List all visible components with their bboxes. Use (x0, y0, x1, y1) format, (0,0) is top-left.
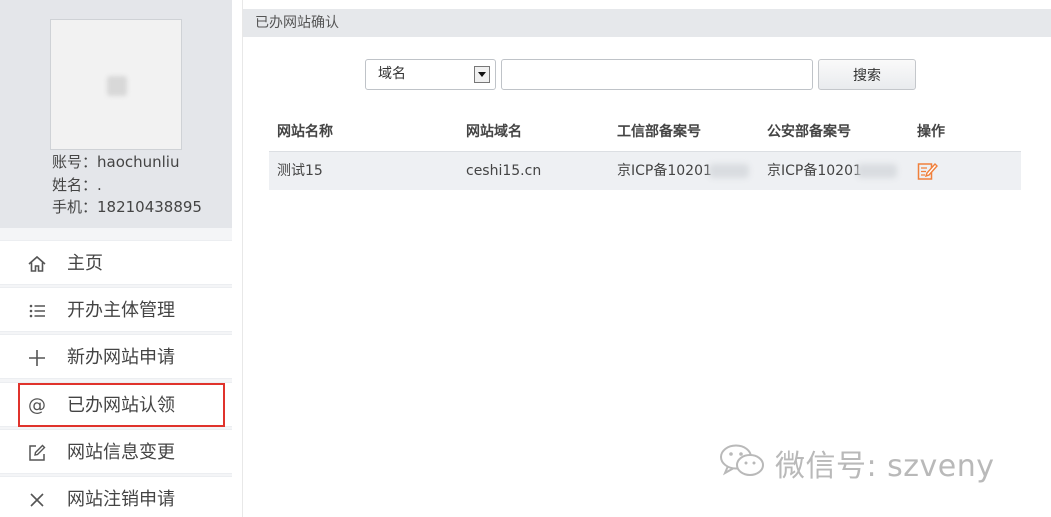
at-icon: @ (28, 395, 46, 416)
nav-label: 网站信息变更 (67, 442, 175, 463)
watermark-text: 微信号: szveny (775, 449, 995, 484)
user-profile-panel: 账号：haochunliu 姓名：. 手机：18210438895 (0, 0, 232, 228)
list-icon (24, 288, 50, 333)
nav-label: 已办网站认领 (67, 395, 175, 416)
wechat-logo-icon (719, 443, 767, 483)
chevron-down-icon[interactable] (474, 66, 490, 83)
cell-mps-record: 京ICP备10201 (767, 163, 862, 179)
edit-icon (24, 430, 50, 475)
nav-item-entity-management[interactable]: 开办主体管理 (0, 287, 232, 332)
edit-record-icon[interactable] (917, 161, 939, 181)
search-button[interactable]: 搜索 (818, 59, 916, 90)
avatar-placeholder-icon (107, 76, 127, 96)
account-text: 账号：haochunliu (52, 153, 180, 171)
close-icon (24, 477, 50, 517)
redaction-mask (709, 164, 749, 178)
main-content: 已办网站确认 域名 搜索 网站名称 网站域名 工信部备案号 公安部备案号 操作 … (242, 0, 1051, 517)
nav-label: 主页 (67, 253, 103, 274)
table-row: 测试15 ceshi15.cn 京ICP备10201 京ICP备10201 (269, 152, 1021, 190)
nav-item-site-cancellation[interactable]: 网站注销申请 (0, 476, 232, 517)
name-text: 姓名：. (52, 176, 102, 194)
nav-label: 开办主体管理 (67, 300, 175, 321)
column-header-miit-record: 工信部备案号 (617, 124, 701, 140)
cell-domain: ceshi15.cn (466, 163, 542, 179)
search-field-select[interactable]: 域名 (365, 59, 496, 90)
sidebar: 账号：haochunliu 姓名：. 手机：18210438895 主页 开办主… (0, 0, 232, 517)
column-header-actions: 操作 (917, 124, 945, 140)
home-icon (24, 241, 50, 286)
column-header-domain: 网站域名 (466, 124, 522, 140)
phone-text: 手机：18210438895 (52, 198, 202, 216)
nav-item-home[interactable]: 主页 (0, 240, 232, 285)
nav-label: 新办网站申请 (67, 347, 175, 368)
wechat-watermark: 微信号: szveny (719, 443, 995, 484)
nav-label: 网站注销申请 (67, 489, 175, 510)
search-input[interactable] (501, 59, 813, 90)
nav-item-new-site-application[interactable]: 新办网站申请 (0, 334, 232, 379)
page-title: 已办网站确认 (255, 15, 339, 31)
column-header-mps-record: 公安部备案号 (767, 124, 851, 140)
select-value: 域名 (378, 66, 406, 82)
column-header-site-name: 网站名称 (277, 124, 333, 140)
cell-site-name: 测试15 (277, 163, 323, 179)
nav-item-claim-existing-site[interactable]: @ 已办网站认领 (0, 382, 232, 427)
redaction-mask (857, 164, 897, 178)
plus-icon (24, 335, 50, 380)
page-header: 已办网站确认 (243, 9, 1051, 37)
avatar (50, 19, 182, 150)
table-header: 网站名称 网站域名 工信部备案号 公安部备案号 操作 (269, 112, 1021, 152)
cell-miit-record: 京ICP备10201 (617, 163, 712, 179)
nav-item-site-info-change[interactable]: 网站信息变更 (0, 429, 232, 474)
